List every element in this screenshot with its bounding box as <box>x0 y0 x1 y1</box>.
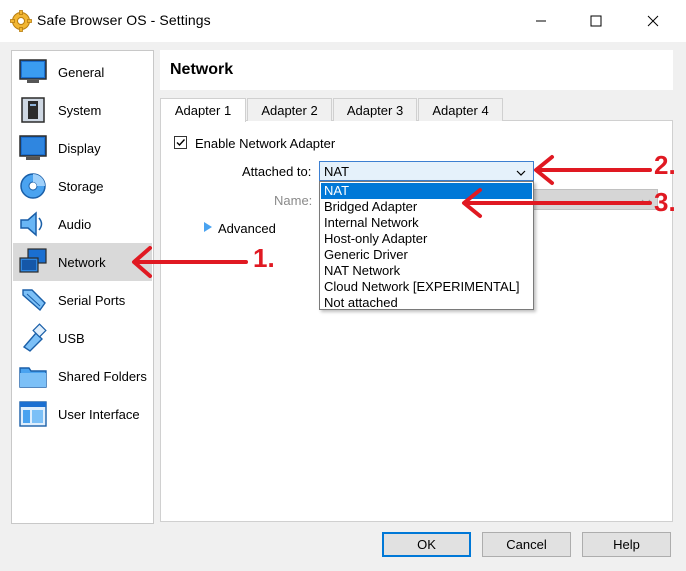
annotation-arrows <box>132 155 652 278</box>
annotation-step-3: 3. <box>654 187 676 217</box>
annotation-step-1: 1. <box>253 243 275 273</box>
annotation-step-2: 2. <box>654 150 676 180</box>
